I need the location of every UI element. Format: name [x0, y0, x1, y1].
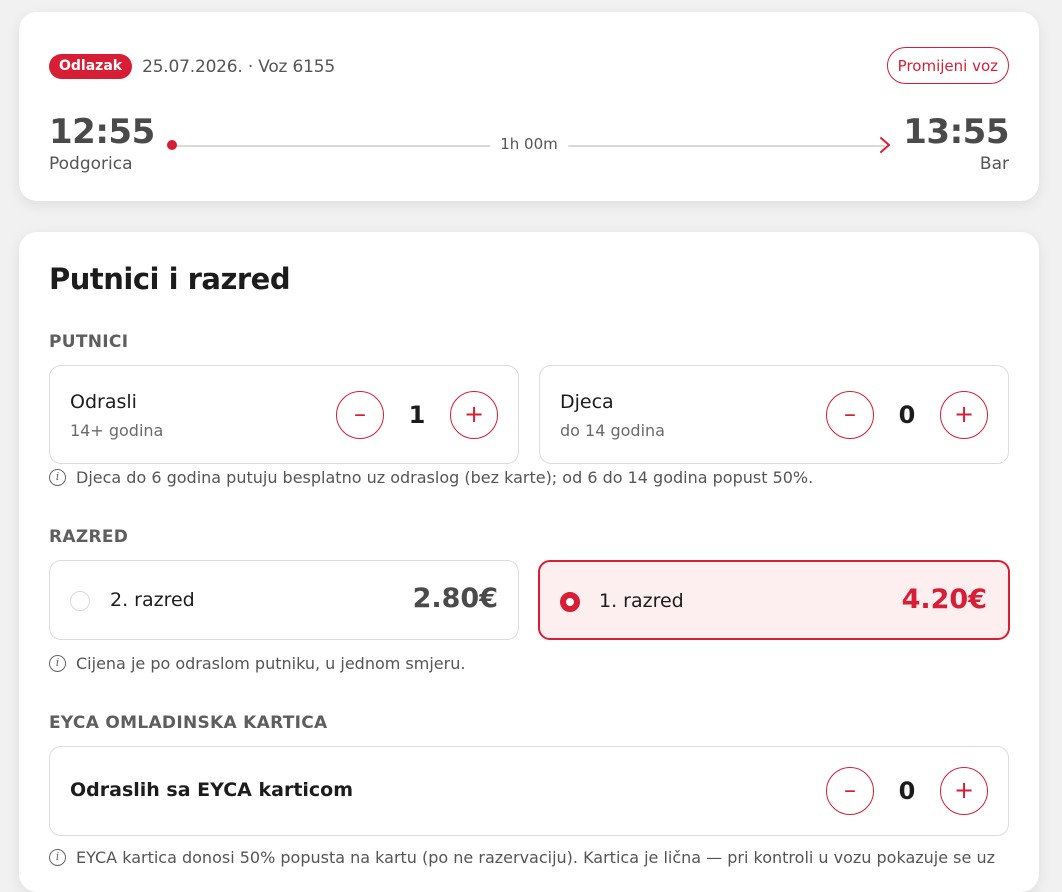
origin-dot-icon [167, 140, 177, 150]
children-name: Djeca [560, 391, 614, 413]
adults-minus-button[interactable]: – [336, 391, 384, 439]
eyca-name: Odraslih sa EYCA karticom [70, 779, 354, 801]
class-note: i Cijena je po odraslom putniku, u jedno… [49, 654, 465, 673]
adults-count: 1 [408, 401, 426, 429]
eyca-label: EYCA OMLADINSKA KARTICA [49, 713, 328, 733]
first-class-name: 1. razred [599, 590, 684, 612]
adults-name: Odrasli [70, 391, 137, 413]
passengers-label: PUTNICI [49, 332, 129, 352]
adults-plus-button[interactable]: + [450, 391, 498, 439]
adults-stepper: – 1 + [336, 391, 498, 439]
first-class-price: 4.20€ [901, 584, 987, 615]
class-label: RAZRED [49, 527, 129, 547]
info-icon: i [49, 849, 66, 866]
eyca-box: Odraslih sa EYCA karticom – 0 + [49, 746, 1009, 836]
adults-age: 14+ godina [70, 421, 164, 440]
arrival-time: 13:55 [903, 112, 1009, 152]
adults-box: Odrasli 14+ godina – 1 + [49, 365, 519, 464]
second-class-name: 2. razred [110, 589, 195, 611]
passengers-class-card: Putnici i razred PUTNICI Odrasli 14+ god… [19, 232, 1039, 892]
passengers-note-text: Djeca do 6 godina putuju besplatno uz od… [76, 468, 814, 487]
eyca-plus-button[interactable]: + [940, 767, 988, 815]
route-line: 1h 00m [167, 132, 891, 160]
children-plus-button[interactable]: + [940, 391, 988, 439]
children-minus-button[interactable]: – [826, 391, 874, 439]
eyca-count: 0 [898, 777, 916, 805]
section-title: Putnici i razred [49, 262, 291, 296]
radio-second-class[interactable] [70, 591, 90, 611]
change-train-button[interactable]: Promijeni voz [886, 47, 1009, 84]
children-count: 0 [898, 401, 916, 429]
info-icon: i [49, 469, 66, 486]
trip-summary-card: Odlazak 25.07.2026. · Voz 6155 Promijeni… [19, 12, 1039, 201]
arrival-station: Bar [979, 154, 1009, 174]
trip-duration: 1h 00m [490, 135, 568, 153]
radio-first-class[interactable] [560, 592, 580, 612]
trip-header: Odlazak 25.07.2026. · Voz 6155 [49, 54, 335, 79]
trip-date-train: 25.07.2026. · Voz 6155 [142, 56, 335, 77]
departure-station: Podgorica [49, 154, 133, 174]
eyca-note: i EYCA kartica donosi 50% popusta na kar… [49, 848, 995, 867]
departure-time: 12:55 [49, 112, 155, 152]
children-box: Djeca do 14 godina – 0 + [539, 365, 1009, 464]
eyca-minus-button[interactable]: – [826, 767, 874, 815]
children-age: do 14 godina [560, 421, 665, 440]
children-stepper: – 0 + [826, 391, 988, 439]
direction-badge: Odlazak [49, 54, 133, 79]
passengers-note: i Djeca do 6 godina putuju besplatno uz … [49, 468, 813, 487]
class-option-first[interactable]: 1. razred 4.20€ [538, 560, 1010, 640]
eyca-stepper: – 0 + [826, 767, 988, 815]
arrow-right-icon [880, 137, 890, 153]
second-class-price: 2.80€ [412, 583, 498, 614]
info-icon: i [49, 655, 66, 672]
eyca-note-text: EYCA kartica donosi 50% popusta na kartu… [76, 848, 995, 867]
class-note-text: Cijena je po odraslom putniku, u jednom … [76, 654, 466, 673]
class-option-second[interactable]: 2. razred 2.80€ [49, 560, 519, 640]
